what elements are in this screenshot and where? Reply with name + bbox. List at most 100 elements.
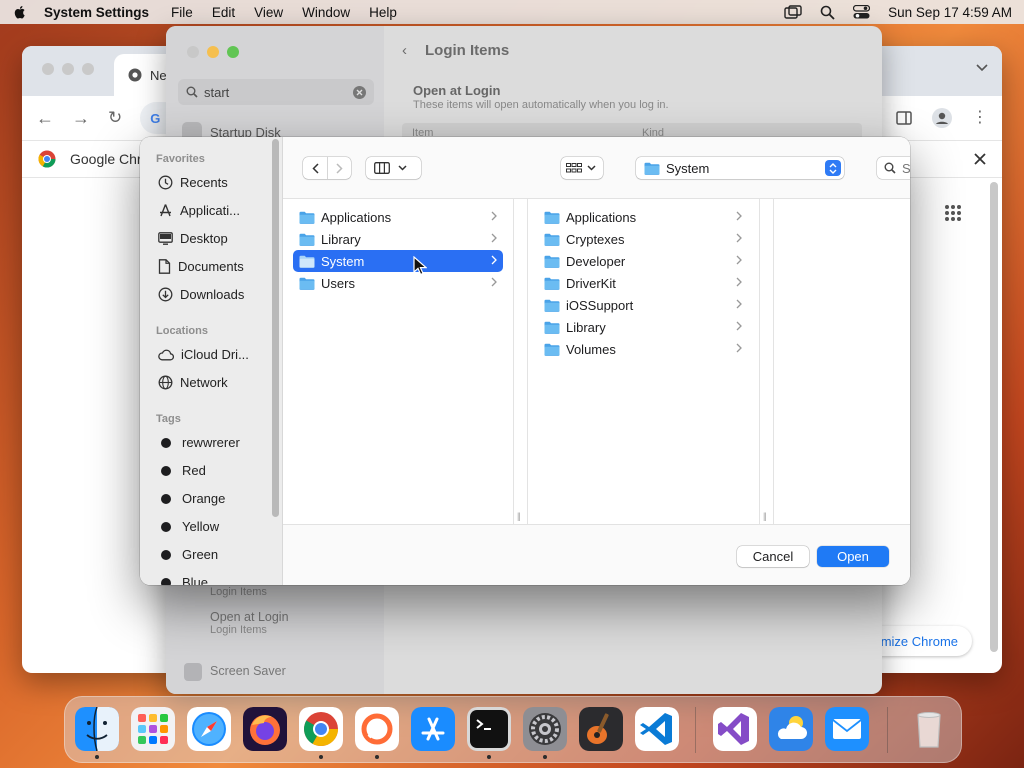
apple-logo-icon[interactable] bbox=[12, 4, 28, 20]
open-file-dialog: Favorites Recents Applicati... Desktop D… bbox=[140, 137, 910, 585]
column-row-developer[interactable]: Developer bbox=[538, 250, 748, 272]
menu-window[interactable]: Window bbox=[302, 5, 350, 20]
back-chevron-icon[interactable]: ‹ bbox=[402, 42, 407, 59]
close-icon[interactable] bbox=[974, 153, 986, 165]
dock-separator bbox=[887, 707, 888, 753]
spotlight-search-icon[interactable] bbox=[820, 5, 835, 20]
dock-vscode[interactable] bbox=[635, 707, 679, 751]
cancel-button[interactable]: Cancel bbox=[737, 546, 809, 567]
back-button[interactable] bbox=[303, 157, 327, 179]
settings-close-button[interactable] bbox=[187, 46, 199, 58]
sidebar-item-applications[interactable]: Applicati... bbox=[158, 203, 240, 218]
column-resize-handle[interactable]: || bbox=[763, 511, 767, 521]
clock-text[interactable]: Sun Sep 17 4:59 AM bbox=[888, 5, 1012, 20]
forward-button[interactable] bbox=[328, 157, 351, 179]
visual-studio-icon bbox=[713, 707, 757, 751]
dialog-toolbar: System bbox=[283, 137, 910, 199]
open-button[interactable]: Open bbox=[817, 546, 889, 567]
settings-zoom-button[interactable] bbox=[227, 46, 239, 58]
dock-visual-studio[interactable] bbox=[713, 707, 757, 751]
sidebar-item-label: Network bbox=[180, 375, 228, 390]
side-panel-icon[interactable] bbox=[896, 111, 912, 125]
column-row-users[interactable]: Users bbox=[293, 272, 503, 294]
column-row-driverkit[interactable]: DriverKit bbox=[538, 272, 748, 294]
group-by-button[interactable] bbox=[561, 157, 603, 179]
gear-icon bbox=[523, 707, 567, 751]
settings-search-field[interactable]: start bbox=[178, 79, 374, 105]
sidebar-item-documents[interactable]: Documents bbox=[158, 259, 244, 274]
chrome-scrollbar[interactable] bbox=[990, 182, 998, 652]
sidebar-tag-blue[interactable]: Blue bbox=[158, 575, 208, 585]
chevron-right-icon bbox=[736, 299, 742, 309]
dock-firefox[interactable] bbox=[243, 707, 287, 751]
dock-garageband[interactable] bbox=[579, 707, 623, 751]
search-input[interactable] bbox=[902, 160, 910, 176]
result-title: Screen Saver bbox=[210, 664, 286, 678]
zoom-window-button[interactable] bbox=[82, 63, 94, 75]
dialog-search-field[interactable] bbox=[877, 157, 910, 179]
sidebar-item-downloads[interactable]: Downloads bbox=[158, 287, 244, 302]
search-result-open-at-login[interactable]: Open at Login Login Items bbox=[210, 610, 289, 636]
column-row-volumes[interactable]: Volumes bbox=[538, 338, 748, 360]
dock-terminal[interactable] bbox=[467, 707, 511, 751]
popup-stepper-icon bbox=[825, 160, 841, 176]
sidebar-item-network[interactable]: Network bbox=[158, 375, 228, 390]
sidebar-tag-yellow[interactable]: Yellow bbox=[158, 519, 219, 534]
menu-edit[interactable]: Edit bbox=[212, 5, 235, 20]
sidebar-item-icloud-drive[interactable]: iCloud Dri... bbox=[158, 347, 249, 362]
dock-mail[interactable] bbox=[825, 707, 869, 751]
chevron-down-icon[interactable] bbox=[976, 64, 988, 72]
dock-finder[interactable] bbox=[75, 707, 119, 751]
sidebar-tag-rewwrerer[interactable]: rewwrerer bbox=[158, 435, 240, 450]
vscode-icon bbox=[635, 707, 679, 751]
profile-avatar-icon[interactable] bbox=[932, 108, 952, 128]
dock-chrome[interactable] bbox=[299, 707, 343, 751]
dock-weather[interactable] bbox=[769, 707, 813, 751]
chevron-left-icon bbox=[311, 162, 319, 174]
control-center-icon[interactable] bbox=[853, 5, 871, 19]
column-row-applications[interactable]: Applications bbox=[293, 206, 503, 228]
forward-arrow-icon[interactable]: → bbox=[72, 108, 90, 129]
column-row-applications[interactable]: Applications bbox=[538, 206, 748, 228]
reload-icon[interactable]: ↻ bbox=[108, 108, 122, 128]
more-menu-icon[interactable]: ⋮ bbox=[972, 110, 988, 126]
menu-help[interactable]: Help bbox=[369, 5, 397, 20]
row-label: Applications bbox=[566, 209, 637, 225]
menu-view[interactable]: View bbox=[254, 5, 283, 20]
menu-app-name[interactable]: System Settings bbox=[44, 5, 149, 20]
column-row-library[interactable]: Library bbox=[293, 228, 503, 250]
minimize-window-button[interactable] bbox=[62, 63, 74, 75]
sidebar-item-recents[interactable]: Recents bbox=[158, 175, 228, 190]
sidebar-tag-red[interactable]: Red bbox=[158, 463, 206, 478]
column-row-iossupport[interactable]: iOSSupport bbox=[538, 294, 748, 316]
settings-minimize-button[interactable] bbox=[207, 46, 219, 58]
column-resize-handle[interactable]: || bbox=[517, 511, 521, 521]
mail-icon bbox=[825, 707, 869, 751]
search-result-login-items[interactable]: Login Items bbox=[210, 586, 267, 598]
dock-system-settings[interactable] bbox=[523, 707, 567, 751]
column-row-system[interactable]: System bbox=[293, 250, 503, 272]
search-result-screen-saver[interactable]: Screen Saver bbox=[210, 664, 286, 678]
dock-app-store[interactable] bbox=[411, 707, 455, 751]
customize-chrome-button[interactable]: mize Chrome bbox=[866, 626, 972, 656]
dock-safari[interactable] bbox=[187, 707, 231, 751]
sidebar-item-desktop[interactable]: Desktop bbox=[158, 231, 228, 246]
sidebar-tag-orange[interactable]: Orange bbox=[158, 491, 225, 506]
dock-postman[interactable] bbox=[355, 707, 399, 751]
screen-mirroring-icon[interactable] bbox=[784, 5, 802, 19]
view-mode-button[interactable] bbox=[366, 157, 421, 179]
back-arrow-icon[interactable]: ← bbox=[36, 108, 54, 129]
dock-launchpad[interactable] bbox=[131, 707, 175, 751]
column-row-library[interactable]: Library bbox=[538, 316, 748, 338]
sidebar-scrollbar[interactable] bbox=[272, 139, 279, 517]
dialog-footer: Cancel Open bbox=[283, 524, 910, 585]
sidebar-tag-green[interactable]: Green bbox=[158, 547, 218, 562]
google-apps-icon[interactable] bbox=[944, 204, 962, 222]
chevron-right-icon bbox=[736, 343, 742, 353]
dock-trash[interactable] bbox=[907, 707, 951, 751]
location-popup[interactable]: System bbox=[636, 157, 844, 179]
close-window-button[interactable] bbox=[42, 63, 54, 75]
menu-file[interactable]: File bbox=[171, 5, 193, 20]
column-row-cryptexes[interactable]: Cryptexes bbox=[538, 228, 748, 250]
clear-search-icon[interactable] bbox=[353, 85, 366, 99]
